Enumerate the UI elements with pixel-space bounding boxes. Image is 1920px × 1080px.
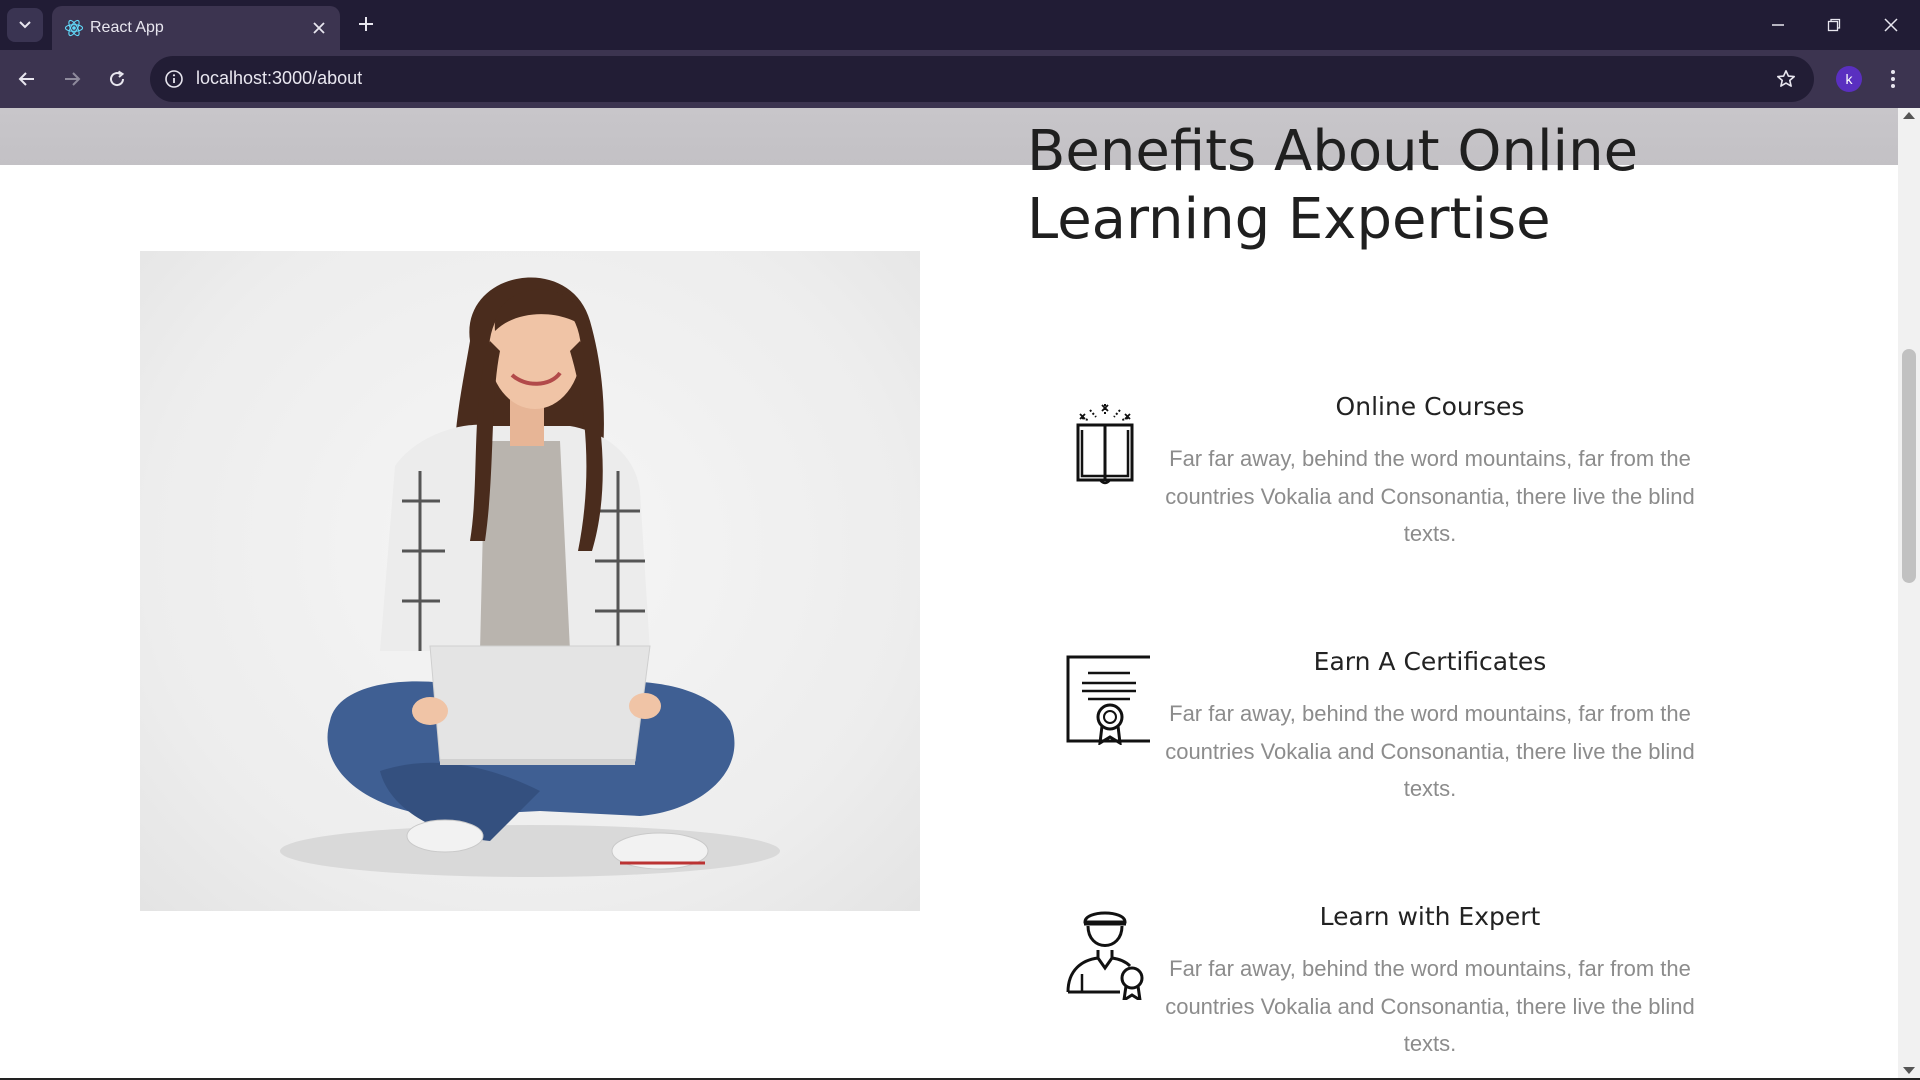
info-icon [165, 70, 183, 88]
minimize-button[interactable] [1763, 10, 1793, 40]
scroll-down-arrow-icon[interactable] [1903, 1067, 1915, 1074]
reload-button[interactable] [100, 62, 134, 96]
profile-avatar[interactable]: k [1836, 66, 1862, 92]
benefit-title: Learn with Expert [1319, 902, 1541, 931]
benefit-description: Far far away, behind the word mountains,… [1165, 956, 1695, 1056]
close-icon [313, 22, 325, 34]
scroll-up-arrow-icon[interactable] [1903, 112, 1915, 119]
benefit-title: Earn A Certificates [1313, 647, 1547, 676]
tab-search-button[interactable] [7, 8, 43, 42]
new-tab-button[interactable] [354, 12, 378, 36]
site-info-button[interactable] [162, 67, 186, 91]
restore-icon [1827, 18, 1841, 32]
minimize-icon [1772, 24, 1784, 26]
expert-icon [1066, 911, 1144, 1000]
url-text: localhost:3000/about [196, 68, 363, 88]
page-viewport: Benefits About Online Learning Expertise [0, 108, 1898, 1080]
benefit-title: Online Courses [1335, 392, 1525, 421]
tab-strip: React App [0, 0, 1920, 50]
browser-toolbar: localhost:3000/about k [0, 50, 1920, 108]
close-icon [1884, 18, 1898, 32]
arrow-right-icon [65, 72, 81, 86]
restore-button[interactable] [1819, 10, 1849, 40]
page-scrollbar[interactable] [1898, 108, 1920, 1080]
benefit-item: Online Courses Far far away, behind the … [1060, 392, 1700, 580]
kebab-menu-icon [1891, 70, 1895, 88]
reload-icon [110, 70, 125, 87]
open-book-icon [1076, 404, 1134, 485]
benefit-item: Earn A Certificates Far far away, behind… [1060, 647, 1700, 835]
page-heading: Benefits About Online Learning Expertise [1027, 119, 1639, 252]
arrow-left-icon [18, 72, 34, 86]
benefit-description: Far far away, behind the word mountains,… [1165, 446, 1695, 546]
star-icon [1777, 70, 1795, 87]
student-with-laptop-image [140, 251, 920, 911]
tab-title: React App [90, 19, 164, 36]
tab-close-button[interactable] [308, 17, 330, 39]
browser-menu-button[interactable] [1880, 64, 1906, 94]
chevron-down-icon [19, 21, 31, 29]
back-button[interactable] [10, 62, 44, 96]
plus-icon [359, 17, 373, 31]
certificate-icon [1066, 655, 1150, 745]
scrollbar-thumb[interactable] [1902, 349, 1916, 583]
browser-tab[interactable]: React App [52, 6, 340, 50]
bookmark-button[interactable] [1774, 67, 1798, 91]
benefit-item: Learn with Expert Far far away, behind t… [1060, 902, 1700, 1080]
student-illustration [280, 277, 780, 877]
react-logo-icon [64, 19, 84, 37]
benefit-description: Far far away, behind the word mountains,… [1165, 701, 1695, 801]
address-bar[interactable]: localhost:3000/about [150, 56, 1814, 102]
forward-button[interactable] [55, 62, 89, 96]
close-window-button[interactable] [1876, 10, 1906, 40]
